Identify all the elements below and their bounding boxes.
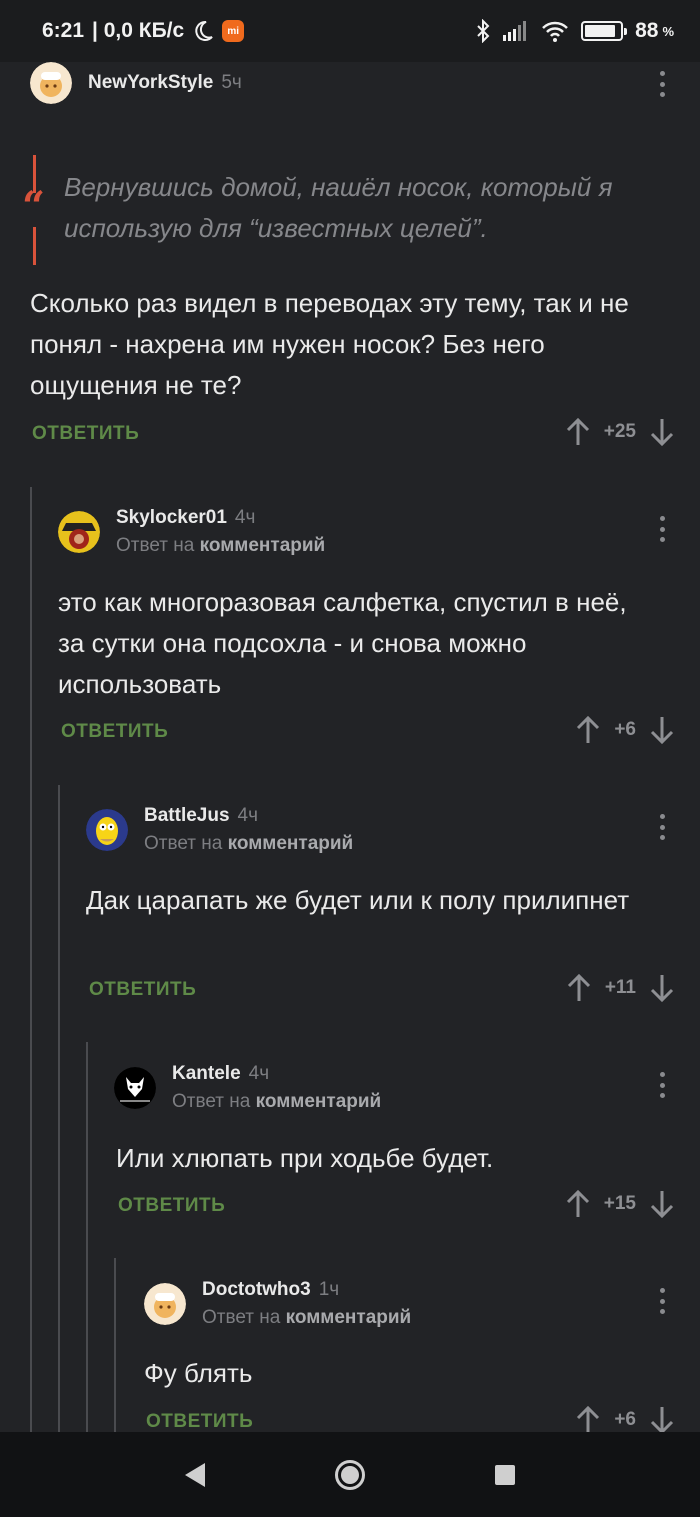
battery-icon — [581, 21, 628, 41]
comment-time: 5ч — [221, 72, 242, 93]
comment-body: Или хлюпать при ходьбе будет. — [116, 1143, 494, 1173]
upvote-icon[interactable] — [567, 973, 591, 1003]
comment-time: 4ч — [237, 805, 258, 826]
reply-button[interactable]: ОТВЕТИТЬ — [89, 979, 196, 1001]
comment-time: 1ч — [318, 1279, 340, 1300]
reply-button[interactable]: ОТВЕТИТЬ — [61, 721, 168, 743]
comment-time: 4ч — [234, 507, 256, 528]
downvote-icon[interactable] — [650, 1405, 674, 1435]
author-name[interactable]: BattleJus — [144, 805, 230, 826]
back-icon[interactable] — [185, 1462, 205, 1487]
reply-target-link[interactable]: комментарий — [200, 535, 326, 556]
reply-to: Ответ на комментарий — [172, 1091, 382, 1112]
avatar[interactable] — [114, 1067, 156, 1109]
signal-icon — [503, 21, 527, 41]
score: +6 — [614, 719, 636, 740]
recent-apps-icon[interactable] — [495, 1464, 515, 1485]
reply-button[interactable]: ОТВЕТИТЬ — [118, 1195, 225, 1217]
avatar[interactable] — [30, 62, 72, 104]
reply-target-link[interactable]: комментарий — [286, 1307, 412, 1328]
author-name[interactable]: NewYorkStyle — [88, 72, 213, 93]
quote-block: “ Вернувшись домой, нашёл носок, который… — [22, 155, 670, 265]
net-speed: | 0,0 КБ/с — [92, 19, 185, 42]
quote-icon: “ — [22, 183, 46, 230]
more-options-icon[interactable] — [654, 69, 670, 99]
downvote-icon[interactable] — [650, 973, 674, 1003]
downvote-icon[interactable] — [650, 715, 674, 745]
battery-level: 88 — [635, 19, 659, 42]
comment-body: это как многоразовая салфетка, спустил в… — [58, 587, 627, 699]
thread-line — [114, 1258, 116, 1432]
upvote-icon[interactable] — [576, 1405, 600, 1435]
reply-button[interactable]: ОТВЕТИТЬ — [32, 423, 139, 445]
reply-target-link[interactable]: комментарий — [256, 1091, 382, 1112]
author-name[interactable]: Doctotwho3 — [202, 1279, 311, 1300]
mi-icon: mi — [222, 20, 245, 42]
more-options-icon[interactable] — [654, 514, 670, 544]
quote-text: Вернувшись домой, нашёл носок, который я… — [64, 172, 613, 243]
reply-button[interactable]: ОТВЕТИТЬ — [146, 1411, 253, 1433]
downvote-icon[interactable] — [650, 1189, 674, 1219]
comment-body: Дак царапать же будет или к полу прилипн… — [86, 885, 630, 915]
reply-to: Ответ на комментарий — [202, 1307, 412, 1328]
thread-line — [30, 487, 32, 1432]
upvote-icon[interactable] — [566, 417, 590, 447]
comment-body: Сколько раз видел в переводах эту тему, … — [30, 288, 629, 400]
reply-to: Ответ на комментарий — [116, 535, 326, 556]
comment-body: Фу блять — [144, 1358, 253, 1388]
status-bar: 6:21 | 0,0 КБ/с mi 88 % — [0, 0, 700, 62]
more-options-icon[interactable] — [654, 812, 670, 842]
more-options-icon[interactable] — [654, 1286, 670, 1316]
system-nav-bar — [0, 1432, 700, 1517]
battery-percent-sign: % — [662, 23, 674, 39]
reply-target-link[interactable]: комментарий — [228, 833, 354, 854]
comment-time: 4ч — [248, 1063, 270, 1084]
upvote-icon[interactable] — [566, 1189, 590, 1219]
score: +15 — [603, 1193, 636, 1214]
score: +25 — [603, 421, 636, 442]
wifi-icon — [542, 21, 568, 42]
home-icon[interactable] — [335, 1459, 365, 1490]
score: +11 — [604, 977, 636, 998]
status-time: 6:21 — [42, 19, 85, 42]
more-options-icon[interactable] — [654, 1070, 670, 1100]
avatar[interactable] — [86, 809, 128, 851]
thread-line — [86, 1042, 88, 1432]
moon-icon — [195, 20, 213, 41]
thread-line — [58, 785, 60, 1432]
upvote-icon[interactable] — [576, 715, 600, 745]
author-name[interactable]: Kantele — [172, 1063, 241, 1084]
avatar[interactable] — [144, 1283, 186, 1325]
author-name[interactable]: Skylocker01 — [116, 507, 227, 528]
score: +6 — [614, 1409, 636, 1430]
avatar[interactable] — [58, 511, 100, 553]
bluetooth-icon — [477, 19, 490, 43]
reply-to: Ответ на комментарий — [144, 833, 354, 854]
downvote-icon[interactable] — [650, 417, 674, 447]
